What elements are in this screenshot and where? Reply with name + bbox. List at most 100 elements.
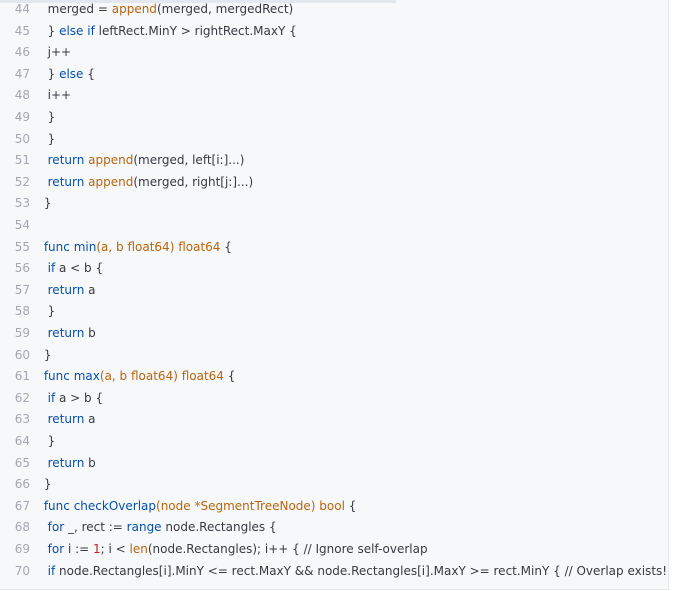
code-token: return — [47, 153, 85, 168]
code-token: else if — [59, 23, 95, 38]
code-token: bool — [319, 498, 345, 513]
code-token: float64 — [181, 369, 224, 384]
code-line[interactable]: 70 if node.Rectangles[i].MinY <= rect.Ma… — [0, 561, 668, 583]
line-number: 55 — [14, 239, 30, 254]
line-number: 70 — [14, 563, 30, 578]
code-token: float64 — [178, 239, 221, 254]
line-number: 46 — [14, 45, 30, 60]
code-token: return — [47, 412, 85, 427]
code-line[interactable]: 44 merged = append(merged, mergedRect) — [0, 0, 294, 21]
code-token: (merged, left[i:]...) — [133, 153, 245, 168]
code-line[interactable]: 56 if a < b { — [0, 258, 103, 280]
code-line[interactable]: 66 } — [0, 474, 52, 496]
line-number: 50 — [14, 131, 30, 146]
code-line[interactable]: 65 return b — [0, 453, 96, 475]
code-editor[interactable]: 44 merged = append(merged, mergedRect) 45… — [0, 0, 669, 590]
code-text: return b — [40, 456, 96, 470]
code-line[interactable]: 63 return a — [0, 409, 96, 431]
code-token: (merged, mergedRect) — [156, 2, 294, 16]
code-token: } — [40, 66, 60, 81]
code-line[interactable]: 50 } — [0, 129, 56, 151]
code-token: } — [40, 131, 56, 146]
code-token: b — [84, 455, 96, 470]
code-token: ) — [173, 369, 182, 384]
code-token: 1 — [93, 542, 101, 556]
code-text: } — [40, 131, 56, 146]
code-token: len — [129, 542, 148, 556]
code-token: _, rect := — [64, 520, 127, 535]
code-token: float64 — [127, 239, 170, 254]
code-line[interactable]: 67 func checkOverlap(node *SegmentTreeNo… — [0, 496, 357, 518]
code-token: checkOverlap — [73, 498, 157, 513]
code-line[interactable]: 47 } else { — [0, 64, 95, 86]
code-token: { — [220, 239, 232, 254]
code-line[interactable]: 55 func min(a, b float64) float64 { — [0, 237, 232, 259]
code-line[interactable]: 68 for _, rect := range node.Rectangles … — [0, 517, 277, 539]
code-token: else — [59, 66, 84, 81]
code-token: append — [88, 174, 134, 189]
line-number: 56 — [14, 261, 30, 276]
code-token: } — [40, 434, 56, 448]
code-line[interactable]: 69 for i := 1; i < len(node.Rectangles);… — [0, 539, 428, 561]
code-token: (a, b — [96, 239, 128, 254]
code-line[interactable]: 45 } else if leftRect.MinY > rightRect.M… — [0, 21, 297, 43]
code-token: { — [344, 498, 357, 513]
code-token: } — [40, 347, 52, 362]
code-text: func max(a, b float64) float64 { — [40, 369, 236, 384]
code-line[interactable]: 60 } — [0, 345, 52, 367]
line-number: 64 — [14, 434, 30, 448]
line-number: 60 — [14, 347, 30, 362]
code-text: if node.Rectangles[i].MinY <= rect.MaxY … — [40, 564, 668, 578]
code-text: } — [40, 477, 52, 492]
code-token: } — [40, 477, 52, 492]
code-token: i++ — [40, 88, 72, 103]
code-token: node.Rectangles { — [161, 520, 277, 535]
line-number: 48 — [14, 88, 30, 103]
line-number: 66 — [14, 477, 30, 492]
code-line[interactable]: 48 i++ — [0, 85, 71, 107]
line-number: 57 — [14, 282, 30, 297]
code-line[interactable]: 46 j++ — [0, 42, 71, 64]
code-line[interactable]: 58 } — [0, 301, 56, 323]
code-text: } — [40, 347, 52, 362]
code-text: func checkOverlap(node *SegmentTreeNode)… — [40, 498, 357, 513]
code-token: (merged, right[j:]...) — [133, 174, 254, 189]
line-number: 69 — [14, 542, 30, 556]
code-token: (a, b — [99, 369, 131, 384]
code-line[interactable]: 57 return a — [0, 280, 96, 302]
code-line[interactable]: 61 func max(a, b float64) float64 { — [0, 366, 236, 388]
code-token: return — [47, 455, 85, 470]
code-token: } — [40, 196, 52, 211]
line-number: 58 — [14, 304, 30, 319]
code-line[interactable]: 59 return b — [0, 323, 96, 345]
code-line[interactable]: 52 return append(merged, right[j:]...) — [0, 172, 253, 194]
code-text: return append(merged, right[j:]...) — [40, 174, 254, 189]
code-line[interactable]: 64 } — [0, 431, 56, 453]
code-line[interactable]: 49 } — [0, 107, 56, 129]
code-text: j++ — [40, 45, 71, 59]
code-token: ) — [169, 239, 179, 254]
line-number: 53 — [14, 196, 30, 211]
code-line[interactable]: 51 return append(merged, left[i:]...) — [0, 150, 245, 172]
code-line[interactable]: 53 } — [0, 193, 52, 215]
code-token: a — [84, 412, 96, 427]
code-text: func min(a, b float64) float64 { — [40, 240, 232, 254]
code-token: append — [88, 153, 134, 168]
code-token: range — [126, 520, 162, 535]
code-line[interactable]: 62 if a > b { — [0, 388, 103, 410]
line-number: 45 — [14, 23, 30, 38]
code-text: if a > b { — [40, 391, 103, 405]
code-text: return a — [40, 283, 96, 297]
code-token: func — [43, 498, 70, 513]
line-number: 63 — [14, 412, 30, 427]
line-number: 51 — [14, 153, 30, 168]
code-token: func — [43, 369, 70, 384]
code-token: i := — [64, 542, 94, 556]
code-line[interactable]: 54 — [0, 215, 40, 237]
